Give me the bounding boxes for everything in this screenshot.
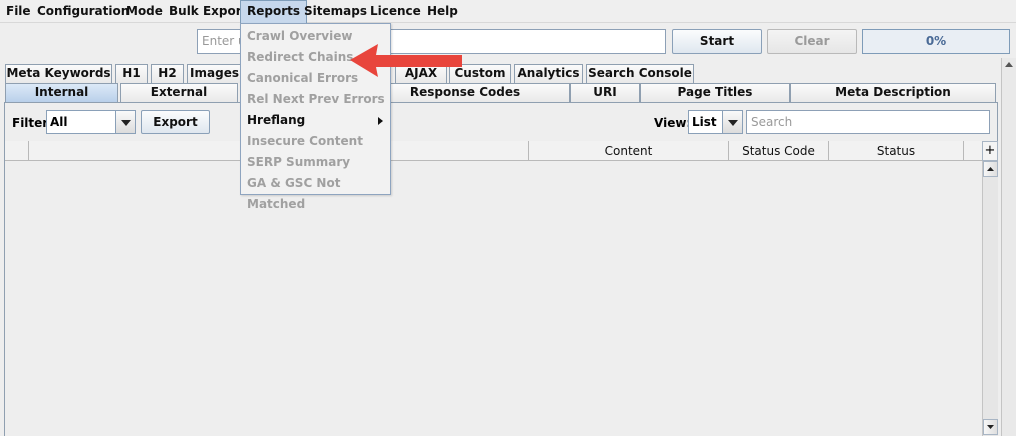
menu-help[interactable]: Help: [421, 0, 464, 23]
column-header-content[interactable]: Content: [529, 141, 729, 161]
search-input[interactable]: Search: [746, 110, 990, 134]
progress-indicator: 0%: [862, 29, 1010, 54]
tab-uri[interactable]: URI: [570, 83, 640, 102]
tab-h1[interactable]: H1: [115, 64, 148, 83]
table-header: Content Status Code Status: [5, 141, 982, 161]
tab-response-codes[interactable]: Response Codes: [360, 83, 570, 102]
tab-images[interactable]: Images: [187, 64, 242, 83]
menu-item-crawl-overview[interactable]: Crawl Overview: [241, 26, 390, 47]
tab-search-console[interactable]: Search Console: [586, 64, 694, 83]
menu-item-rel-next-prev-errors[interactable]: Rel Next Prev Errors: [241, 89, 390, 110]
view-value: List: [692, 115, 717, 129]
start-button[interactable]: Start: [672, 29, 762, 54]
tab-internal[interactable]: Internal: [5, 83, 118, 102]
column-header-status-code[interactable]: Status Code: [729, 141, 829, 161]
menu-reports[interactable]: Reports: [240, 0, 308, 23]
tab-meta-description[interactable]: Meta Description: [790, 83, 996, 102]
view-label: View:: [654, 116, 692, 130]
tab-ajax[interactable]: AJAX: [395, 64, 447, 83]
scroll-up-button[interactable]: [983, 161, 998, 177]
vertical-scrollbar[interactable]: [982, 161, 998, 436]
right-scrollbar[interactable]: [1001, 58, 1016, 436]
chevron-down-icon[interactable]: [722, 111, 742, 133]
reports-menu: Crawl Overview Redirect Chains Canonical…: [240, 23, 391, 211]
table-body: [5, 161, 982, 436]
column-header-status[interactable]: Status: [829, 141, 964, 161]
menu-item-serp-summary[interactable]: SERP Summary: [241, 152, 390, 173]
filter-value: All: [50, 115, 68, 129]
clear-button[interactable]: Clear: [767, 29, 857, 54]
menu-item-redirect-chains[interactable]: Redirect Chains: [241, 47, 390, 68]
tab-analytics[interactable]: Analytics: [514, 64, 583, 83]
column-header-index[interactable]: [5, 141, 29, 161]
menu-item-hreflang[interactable]: Hreflang: [241, 110, 390, 131]
app-window: File Configuration Mode Bulk Export Repo…: [0, 0, 1016, 436]
menu-item-insecure-content[interactable]: Insecure Content: [241, 131, 390, 152]
scroll-down-button[interactable]: [983, 419, 998, 435]
export-button[interactable]: Export: [141, 110, 210, 134]
menu-item-ga-gsc-not-matched[interactable]: GA & GSC Not Matched: [241, 173, 390, 211]
filter-dropdown[interactable]: All: [46, 110, 136, 134]
menu-item-hreflang-label: Hreflang: [247, 113, 306, 127]
chevron-down-icon: [987, 425, 994, 429]
chevron-right-icon: [378, 117, 383, 125]
tab-external[interactable]: External: [120, 83, 238, 102]
tab-custom[interactable]: Custom: [449, 64, 511, 83]
menu-bar: File Configuration Mode Bulk Export Repo…: [0, 0, 1016, 23]
menu-item-canonical-errors[interactable]: Canonical Errors: [241, 68, 390, 89]
chevron-up-icon: [987, 167, 994, 171]
menu-mode[interactable]: Mode: [120, 0, 169, 23]
chevron-down-icon[interactable]: [115, 111, 135, 133]
tab-meta-keywords[interactable]: Meta Keywords: [5, 64, 112, 83]
menu-sitemaps[interactable]: Sitemaps: [298, 0, 373, 23]
tab-h2[interactable]: H2: [151, 64, 184, 83]
chevron-up-icon: [1005, 62, 1013, 67]
add-column-button[interactable]: +: [982, 141, 998, 161]
view-dropdown[interactable]: List: [688, 110, 743, 134]
tab-page-titles[interactable]: Page Titles: [640, 83, 790, 102]
menu-licence[interactable]: Licence: [364, 0, 427, 23]
